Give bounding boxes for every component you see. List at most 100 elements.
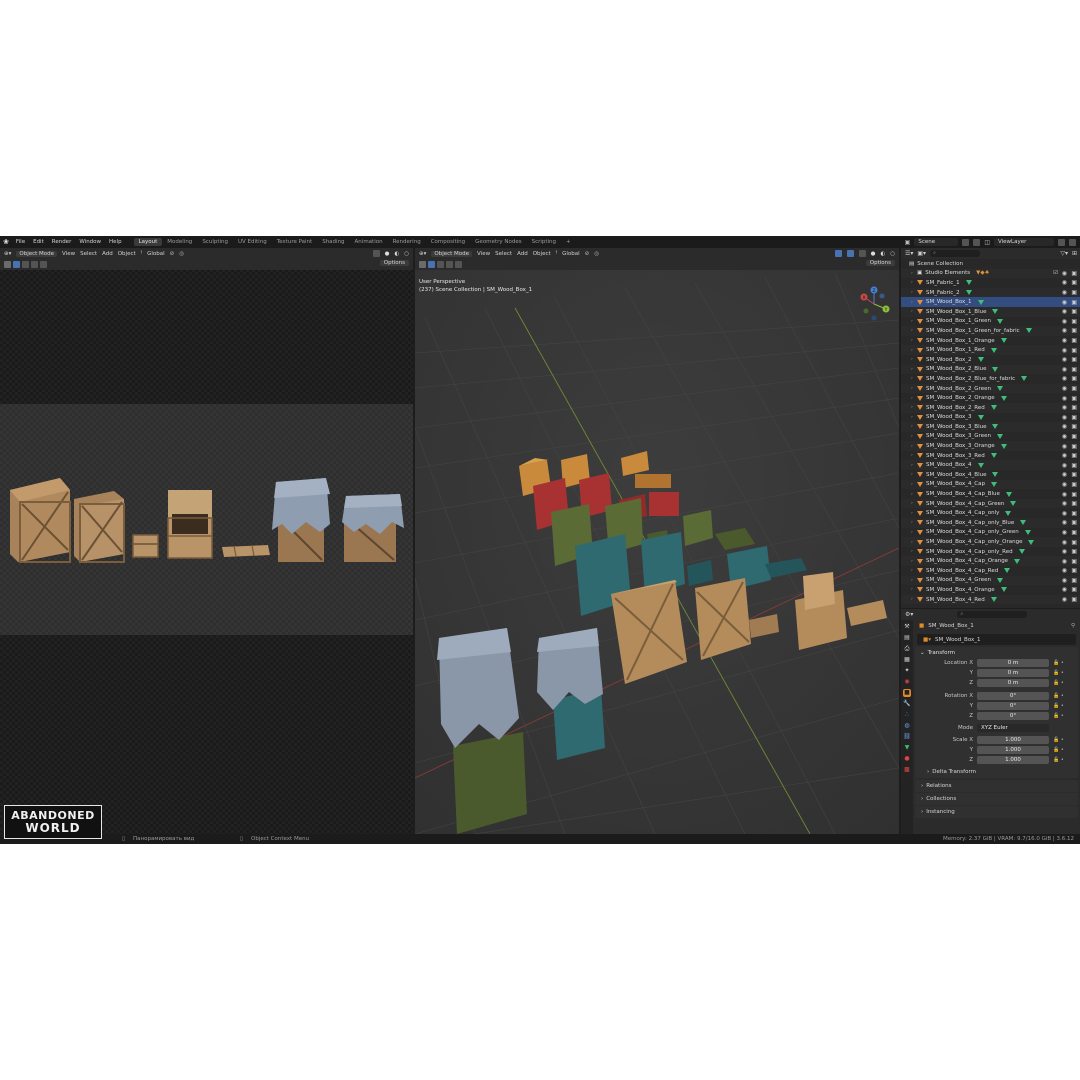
- camera-icon[interactable]: ▣: [1071, 548, 1077, 555]
- eye-icon[interactable]: ◉: [1062, 414, 1067, 421]
- mesh-data-icon[interactable]: [1014, 558, 1021, 564]
- object-name-field[interactable]: ■▾ SM_Wood_Box_1: [917, 634, 1076, 645]
- eye-icon[interactable]: ◉: [1062, 586, 1067, 593]
- mesh-data-icon[interactable]: [977, 357, 984, 363]
- camera-icon[interactable]: ▣: [1071, 529, 1077, 536]
- outliner-item[interactable]: › SM_Wood_Box_2_Orange ◉ ▣: [901, 393, 1080, 403]
- camera-icon[interactable]: ▣: [1071, 356, 1077, 363]
- camera-icon[interactable]: ▣: [1071, 289, 1077, 296]
- menu-select[interactable]: Select: [80, 251, 97, 257]
- eye-icon[interactable]: ◉: [1062, 366, 1067, 373]
- mesh-data-icon[interactable]: [992, 424, 999, 430]
- tab-uv-editing[interactable]: UV Editing: [233, 238, 272, 246]
- material-tab-icon[interactable]: ●: [903, 755, 911, 763]
- camera-icon[interactable]: ▣: [1071, 395, 1077, 402]
- camera-icon[interactable]: ▣: [1071, 423, 1077, 430]
- camera-icon[interactable]: ▣: [1071, 337, 1077, 344]
- shading-solid-icon[interactable]: ●: [871, 251, 876, 257]
- outliner-type-icon[interactable]: ☰▾: [905, 250, 913, 257]
- collections-panel[interactable]: › Collections: [915, 793, 1078, 805]
- camera-icon[interactable]: ▣: [1071, 414, 1077, 421]
- menu-file[interactable]: File: [12, 239, 29, 245]
- eye-icon[interactable]: ◉: [1062, 423, 1067, 430]
- tool-tab-icon[interactable]: ⚒: [903, 623, 911, 631]
- outliner-item[interactable]: › SM_Wood_Box_2_Blue ◉ ▣: [901, 364, 1080, 375]
- tab-texture-paint[interactable]: Texture Paint: [272, 238, 318, 246]
- xray-toggle-icon[interactable]: [372, 250, 380, 257]
- menu-add[interactable]: Add: [102, 251, 113, 257]
- outliner-item[interactable]: › SM_Wood_Box_4_Cap_only_Red ◉ ▣: [901, 547, 1080, 557]
- relations-panel[interactable]: › Relations: [915, 780, 1078, 792]
- object-tab-icon[interactable]: ■: [903, 689, 911, 697]
- world-tab-icon[interactable]: ◉: [903, 678, 911, 686]
- camera-icon[interactable]: ▣: [1071, 366, 1077, 373]
- tab-modeling[interactable]: Modeling: [162, 238, 197, 246]
- snap-icon[interactable]: ⊘: [170, 251, 175, 257]
- mesh-data-icon[interactable]: [965, 290, 972, 296]
- camera-icon[interactable]: ▣: [1071, 510, 1077, 517]
- tab-compositing[interactable]: Compositing: [426, 238, 470, 246]
- camera-icon[interactable]: ▣: [1071, 567, 1077, 574]
- camera-icon[interactable]: ▣: [1071, 500, 1077, 507]
- menu-edit[interactable]: Edit: [29, 239, 48, 245]
- mesh-data-icon[interactable]: [992, 472, 999, 478]
- outliner-item[interactable]: › SM_Wood_Box_4_Red ◉ ▣: [901, 594, 1080, 605]
- mesh-data-icon[interactable]: [1000, 443, 1007, 449]
- render-tab-icon[interactable]: ▤: [903, 634, 911, 642]
- outliner-item[interactable]: › SM_Wood_Box_1_Green ◉ ▣: [901, 317, 1080, 327]
- location-z-field[interactable]: 0 m: [977, 678, 1049, 688]
- menu-help[interactable]: Help: [105, 239, 126, 245]
- outliner-item[interactable]: › SM_Wood_Box_2_Green ◉ ▣: [901, 383, 1080, 394]
- proportional-icon[interactable]: ◎: [179, 251, 184, 257]
- eye-icon[interactable]: ◉: [1062, 558, 1067, 565]
- mode-dropdown[interactable]: Object Mode: [431, 250, 473, 257]
- editor-type-icon[interactable]: ⊕▾: [419, 251, 426, 257]
- camera-icon[interactable]: ▣: [1071, 404, 1077, 411]
- tab-scripting[interactable]: Scripting: [527, 238, 561, 246]
- mesh-data-icon[interactable]: [1005, 491, 1012, 497]
- mesh-data-icon[interactable]: [1018, 549, 1025, 555]
- menu-object[interactable]: Object: [533, 251, 551, 257]
- eye-icon[interactable]: ◉: [1062, 299, 1067, 306]
- eye-icon[interactable]: ◉: [1062, 404, 1067, 411]
- eye-icon[interactable]: ◉: [1062, 318, 1067, 325]
- eye-icon[interactable]: ◉: [1062, 491, 1067, 498]
- mesh-data-icon[interactable]: [1000, 338, 1007, 344]
- viewlayer-copy-icon[interactable]: [1058, 238, 1065, 246]
- camera-icon[interactable]: ▣: [1071, 558, 1077, 565]
- mode-dropdown[interactable]: Object Mode: [16, 250, 58, 257]
- eye-icon[interactable]: ◉: [1062, 279, 1067, 286]
- eye-icon[interactable]: ◉: [1062, 270, 1067, 277]
- rotation-x-field[interactable]: 0°: [977, 691, 1049, 701]
- mesh-data-icon[interactable]: [990, 347, 997, 353]
- mesh-data-icon[interactable]: [1025, 328, 1032, 334]
- outliner-item[interactable]: › SM_Wood_Box_2_Blue_for_fabric ◉ ▣: [901, 374, 1080, 384]
- select-mode-subtract-icon[interactable]: [446, 261, 453, 268]
- outliner-item[interactable]: › SM_Wood_Box_4_Cap_Green ◉ ▣: [901, 498, 1080, 509]
- snap-icon[interactable]: ⊘: [585, 251, 590, 257]
- mesh-data-icon[interactable]: [990, 405, 997, 411]
- orientation-dropdown[interactable]: Global: [562, 251, 580, 257]
- eye-icon[interactable]: ◉: [1062, 519, 1067, 526]
- location-y-field[interactable]: 0 m: [977, 668, 1049, 678]
- lock-icon[interactable]: 🔓 •: [1053, 703, 1064, 709]
- outliner-item[interactable]: › SM_Wood_Box_4_Cap_only_Orange ◉ ▣: [901, 537, 1080, 547]
- outliner-item[interactable]: › SM_Wood_Box_4_Cap_Orange ◉ ▣: [901, 556, 1080, 566]
- camera-icon[interactable]: ▣: [1071, 491, 1077, 498]
- camera-icon[interactable]: ▣: [1071, 586, 1077, 593]
- mesh-data-icon[interactable]: [996, 577, 1003, 583]
- eye-icon[interactable]: ◉: [1062, 577, 1067, 584]
- select-mode-new-icon[interactable]: [13, 261, 20, 268]
- options-dropdown[interactable]: Options: [379, 260, 409, 266]
- eye-icon[interactable]: ◉: [1062, 500, 1067, 507]
- mesh-data-icon[interactable]: [1005, 510, 1012, 516]
- menu-render[interactable]: Render: [48, 239, 76, 245]
- outliner-item[interactable]: › SM_Wood_Box_1_Blue ◉ ▣: [901, 306, 1080, 317]
- outliner-item[interactable]: › SM_Fabric_2 ◉ ▣: [901, 287, 1080, 298]
- properties-search-input[interactable]: ⌕: [957, 611, 1028, 618]
- tool-select-icon[interactable]: [419, 261, 426, 268]
- viewlayer-field[interactable]: ViewLayer: [994, 238, 1054, 246]
- outliner-search-input[interactable]: ⌕: [930, 250, 981, 257]
- mesh-data-icon[interactable]: [977, 462, 984, 468]
- shading-rendered-icon[interactable]: ○: [404, 251, 413, 257]
